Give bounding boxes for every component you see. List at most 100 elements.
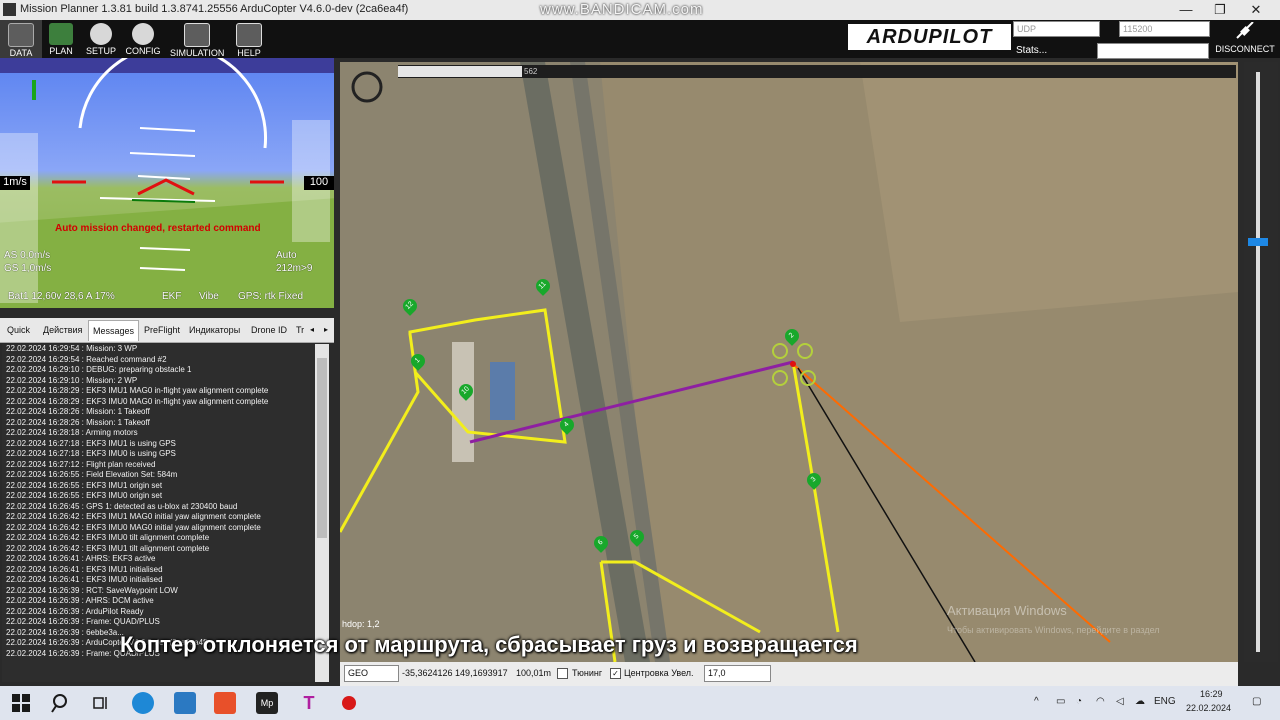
config-button-label: CONFIG [125, 46, 161, 56]
tab-drone-id[interactable]: Drone ID [247, 320, 291, 340]
ardupilot-logo: ARDUPILOT [848, 24, 1011, 50]
setup-icon [90, 23, 112, 45]
groundspeed-readout: GS 1,0m/s [4, 263, 52, 274]
message-row: 22.02.2024 16:26:39 : RCT: SaveWaypoint … [6, 585, 178, 595]
ekf-indicator[interactable]: EKF [162, 291, 181, 302]
tray-chevron-icon[interactable]: ^ [1034, 696, 1039, 707]
input-language[interactable]: ENG [1154, 696, 1176, 707]
coordinates-readout: -35,3624126 149,1693917 [402, 668, 508, 678]
zoom-thumb[interactable] [1248, 238, 1268, 246]
message-row: 22.02.2024 16:29:10 : DEBUG: preparing o… [6, 365, 192, 374]
seek-bar-fill [398, 66, 522, 77]
app-icon-orange[interactable] [214, 692, 236, 714]
setup-button[interactable]: SETUP [80, 20, 122, 58]
tab-quick[interactable]: Quick [3, 320, 34, 340]
map-canvas [340, 62, 1238, 662]
plan-button-label: PLAN [49, 46, 73, 56]
data-button[interactable]: DATA [0, 20, 42, 58]
maximize-button[interactable]: ❐ [1202, 1, 1238, 19]
data-button-label: DATA [9, 48, 33, 58]
window-title: Mission Planner 1.3.81 build 1.3.8741.25… [20, 3, 409, 15]
data-tabs: Quick Действия Messages PreFlight Индика… [0, 318, 334, 343]
tray-wifi-icon[interactable]: ◠ [1096, 696, 1105, 707]
message-row: 22.02.2024 16:28:29 : EKF3 IMU1 MAG0 in-… [6, 386, 269, 395]
connection-type-select[interactable]: UDP [1013, 21, 1100, 37]
message-row: 22.02.2024 16:26:39 : ArduPilot Ready [6, 606, 144, 616]
windows-start-icon[interactable] [10, 692, 32, 714]
tab-messages[interactable]: Messages [88, 320, 140, 341]
message-row: 22.02.2024 16:27:18 : EKF3 IMU1 is using… [6, 438, 176, 448]
bandicam-icon[interactable] [338, 692, 360, 714]
tab-gauges[interactable]: Индикаторы [185, 320, 244, 340]
coord-system-select[interactable]: GEO [344, 665, 399, 682]
tabs-scroll-left-button[interactable]: ◂ [306, 320, 318, 340]
clock-time[interactable]: 16:29 [1200, 689, 1223, 699]
scrollbar-thumb[interactable] [317, 358, 327, 538]
config-button[interactable]: CONFIG [122, 20, 164, 58]
plug-icon [1236, 21, 1254, 39]
zoom-input[interactable]: 17,0 [704, 665, 771, 682]
stats-link[interactable]: Stats... [1016, 45, 1047, 56]
notifications-icon[interactable]: ▢ [1252, 696, 1261, 707]
help-button[interactable]: HELP [228, 20, 270, 58]
tray-volume-icon[interactable]: ◁ [1116, 696, 1124, 707]
config-icon [132, 23, 154, 45]
simulation-icon [184, 23, 210, 47]
monitor-icon [8, 23, 34, 47]
help-icon [236, 23, 262, 47]
simulation-button[interactable]: SIMULATION [170, 20, 224, 58]
hud-status-message: Auto mission changed, restarted command [55, 223, 261, 234]
message-row: 22.02.2024 16:26:42 : EKF3 IMU0 tilt ali… [6, 533, 210, 542]
tray-battery-icon[interactable]: ▭ [1056, 696, 1065, 707]
airspeed-readout: AS 0,0m/s [4, 250, 51, 261]
title-bar: Mission Planner 1.3.81 build 1.3.8741.25… [0, 0, 1280, 20]
task-view-icon[interactable] [90, 692, 112, 714]
message-row: 22.02.2024 16:26:55 : EKF3 IMU0 origin s… [6, 491, 163, 500]
plan-button[interactable]: PLAN [40, 20, 82, 58]
close-button[interactable]: ✕ [1238, 1, 1274, 19]
tab-preflight[interactable]: PreFlight [140, 320, 184, 340]
battery-readout: Bat1 12,60v 28,6 A 17% [8, 291, 115, 302]
flight-map[interactable]: 1 2 3 4 5 6 10 11 12 hdop: 1,2 Активация Windows… [340, 62, 1238, 662]
altitude-value: 100 [304, 176, 334, 190]
center-label: Центровка Увел. [624, 668, 694, 678]
zoom-slider[interactable] [1244, 62, 1278, 662]
edge-icon[interactable] [132, 692, 154, 714]
tray-onedrive-icon[interactable]: ☁ [1135, 696, 1145, 707]
search-icon[interactable] [50, 692, 72, 714]
message-row: 22.02.2024 16:29:10 : Mission: 2 WP [6, 375, 138, 385]
vibe-indicator[interactable]: Vibe [199, 291, 219, 302]
disconnect-button[interactable]: DISCONNECT [1214, 21, 1276, 58]
message-row: 22.02.2024 16:28:29 : EKF3 IMU0 MAG0 in-… [6, 396, 269, 406]
message-row: 22.02.2024 16:28:26 : Mission: 1 Takeoff [6, 417, 150, 427]
help-button-label: HELP [237, 48, 261, 58]
map-status-bar: GEO -35,3624126 149,1693917 100,01m Тюни… [340, 662, 1238, 686]
message-row: 22.02.2024 16:26:42 : EKF3 IMU1 tilt ali… [6, 543, 210, 553]
baud-select[interactable]: 115200 [1119, 21, 1210, 37]
explorer-icon[interactable] [174, 692, 196, 714]
message-row: 22.02.2024 16:26:42 : EKF3 IMU1 MAG0 ini… [6, 512, 261, 521]
tray-network-icon[interactable]: ◔ [1076, 696, 1082, 707]
clock-date[interactable]: 22.02.2024 [1186, 703, 1231, 713]
tuning-label: Тюнинг [572, 668, 603, 678]
device-select[interactable] [1097, 43, 1209, 59]
log-seek-bar[interactable]: 562 [398, 65, 1236, 78]
tab-actions[interactable]: Действия [39, 320, 86, 340]
message-row: 22.02.2024 16:26:42 : EKF3 IMU0 MAG0 ini… [6, 522, 261, 532]
message-row: 22.02.2024 16:28:26 : Mission: 1 Takeoff [6, 407, 150, 416]
video-subtitle: Коптер отклоняется от маршрута, сбрасыва… [120, 632, 858, 657]
message-row: 22.02.2024 16:26:45 : GPS 1: detected as… [6, 501, 238, 511]
message-row: 22.02.2024 16:29:54 : Reached command #2 [6, 354, 167, 364]
center-checkbox[interactable]: ✓ [610, 668, 621, 679]
tabs-scroll-right-button[interactable]: ▸ [320, 320, 332, 340]
message-row: 22.02.2024 16:29:54 : Mission: 3 WP [6, 344, 138, 353]
app-icon-t[interactable]: T [298, 692, 320, 714]
mission-planner-icon[interactable]: Mp [256, 692, 278, 714]
tuning-checkbox[interactable] [557, 668, 568, 679]
message-row: 22.02.2024 16:26:39 : Frame: QUAD/PLUS [6, 617, 160, 626]
windows-taskbar: Mp T ^ ▭ ◔ ◠ ◁ ☁ ENG 16:29 22.02.2024 ▢ [0, 686, 1280, 720]
message-row: 22.02.2024 16:26:55 : Field Elevation Se… [6, 470, 178, 479]
minimize-button[interactable]: — [1168, 1, 1204, 19]
map-icon [49, 23, 73, 45]
message-row: 22.02.2024 16:27:18 : EKF3 IMU0 is using… [6, 449, 176, 458]
